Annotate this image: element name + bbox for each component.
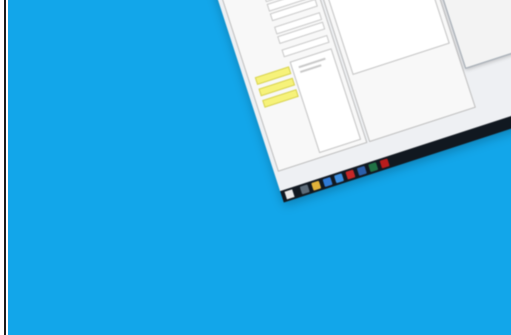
search-icon[interactable] [299, 184, 310, 195]
start-icon[interactable] [284, 189, 295, 200]
left-border-line [4, 0, 6, 335]
mail-icon[interactable] [333, 173, 345, 184]
left-border [0, 0, 8, 335]
explorer-icon[interactable] [311, 180, 322, 191]
browser-icon[interactable] [322, 176, 333, 188]
excel-icon[interactable] [368, 162, 379, 173]
app-icon[interactable] [345, 169, 356, 180]
word-icon[interactable] [356, 165, 367, 176]
pdf-icon[interactable] [379, 158, 390, 169]
tilted-screenshot [205, 0, 511, 203]
